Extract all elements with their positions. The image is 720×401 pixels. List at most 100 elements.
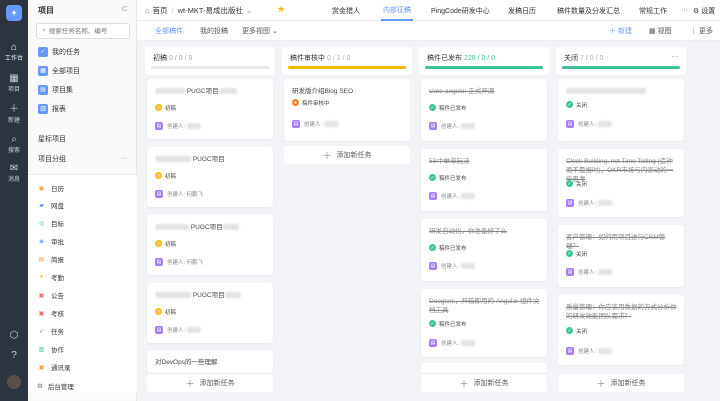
doc-icon: ▤ (155, 189, 163, 198)
view-tab-mine[interactable]: 我的投稿 (200, 21, 228, 41)
app-item-evaluation[interactable]: ▣ 考核 (34, 306, 64, 320)
task-card[interactable]: ✓ 关闭 ▤ 创建人: (558, 79, 684, 141)
check-icon: ✓ (429, 320, 436, 327)
column-header: 关闭 7 / 0 / 0 ··· (556, 47, 686, 75)
app-item-contacts[interactable]: ▣ 通讯录 (34, 360, 71, 374)
card-title: Dooglers，开箱即用的 Angular 组件文档工具 (429, 298, 540, 314)
view-button[interactable]: ▦ 视图 (649, 21, 672, 41)
sidebar-item-my-tasks[interactable]: ✓ 我的任务 (34, 44, 131, 59)
app-item-tasks[interactable]: ✓ 任务 (34, 324, 64, 338)
redacted-text (187, 326, 202, 333)
app-item-goals[interactable]: ◎ 目标 (34, 216, 64, 230)
add-task-button[interactable]: ＋添加新任务 (284, 146, 410, 164)
view-tab-all[interactable]: 全部稿件 (155, 21, 183, 41)
sidebar-item-all-projects[interactable]: ▦ 全部项目 (34, 63, 131, 78)
new-button[interactable]: ＋新建 (609, 21, 632, 41)
sidebar-item-starred[interactable]: 星标项目 (34, 131, 131, 146)
task-card[interactable]: Dooglers，开箱即用的 Angular 组件文档工具 ✓ 稿件已发布 ▤ 创建… (421, 289, 547, 357)
search-input[interactable] (48, 27, 124, 35)
sidebar-item-groups[interactable]: 项目分组 ··· (34, 151, 131, 166)
view-tab-more[interactable]: 更多视图 ⌄ (242, 21, 278, 41)
rail-item-message[interactable]: ✉ 消息 (0, 163, 28, 184)
rail-item-project[interactable]: ▦ 项目 (0, 73, 28, 94)
task-card[interactable]: 研发版介绍Blog SEO ● 稿件审核中 ▤ 创建人: (284, 79, 410, 141)
sidebar-item-reports[interactable]: ▥ 报表 (34, 101, 131, 116)
task-card[interactable]: 研发自动化，你准备好了么 ✓ 稿件已发布 ▤ 创建人: (421, 219, 547, 281)
task-card[interactable] (421, 363, 547, 373)
task-card[interactable]: 客户管理：如何用项目进行CRM管理？ ✓ 关闭 ▤ 创建人: (558, 225, 684, 287)
rail-item-workbench[interactable]: ⌂ 工作台 (0, 42, 28, 63)
redacted-text (224, 292, 241, 299)
task-card[interactable]: 对DevOps的一些理解 (147, 351, 273, 373)
help-icon[interactable]: ? (0, 350, 28, 361)
clock-icon: ◷ (155, 308, 162, 315)
collab-icon: ▥ (38, 346, 45, 353)
doc-icon: ▤ (292, 119, 300, 128)
redacted-text (155, 292, 191, 299)
redacted-text (566, 88, 646, 95)
tab-routine[interactable]: 常规工作 (637, 0, 669, 21)
sidebar-item-project-set[interactable]: ▤ 项目集 (34, 82, 131, 97)
tab-internal-submissions[interactable]: 内部征稿 (381, 0, 413, 21)
plus-icon: ＋ (322, 150, 332, 161)
card-title: 对DevOps的一些理解 (155, 359, 218, 366)
tab-calendar[interactable]: 发稿日历 (506, 0, 538, 21)
tab-bounty[interactable]: 赏金猎人 (330, 0, 362, 21)
task-card[interactable]: PUGC项目 ◷ 初稿 ▤ 创建人: 何鹏飞 (147, 215, 273, 275)
creator-line: ▤ 创建人: 何鹏飞 (155, 257, 204, 266)
cube-icon[interactable]: ⬡ (0, 330, 28, 341)
redacted-text (155, 224, 189, 231)
task-card[interactable]: PUGC项目 ◷ 初稿 ▤ 创建人: 何鹏飞 (147, 147, 273, 207)
task-card[interactable]: PUGC项目 ◷ 初稿 ▤ 创建人: (147, 283, 273, 343)
add-task-button[interactable]: ＋添加新任务 (147, 374, 273, 392)
app-item-briefing[interactable]: ▤ 简报 (34, 252, 64, 266)
more-button[interactable]: ⋮ 更多 (690, 21, 713, 41)
app-item-attendance[interactable]: ● 考勤 (34, 270, 64, 284)
add-task-button[interactable]: ＋添加新任务 (421, 374, 547, 392)
app-menu: ▣ 日历 ▰ 网盘 ◎ 目标 ◈ 审批 ▤ 简报 ● 考勤 ▣ 公告 ▣ 考核 ✓ 任务 ▥ 协作 … (28, 175, 137, 393)
task-card[interactable]: 5S中举单玩法 ✓ 稿件已发布 ▤ 创建人: (421, 149, 547, 211)
app-item-drive[interactable]: ▰ 网盘 (34, 198, 64, 212)
rail-item-new[interactable]: ＋新建 (0, 104, 28, 125)
view-bar: 全部稿件 我的投稿 更多视图 ⌄ ＋新建 ▦ 视图 ⋮ 更多 (137, 21, 720, 41)
app-item-calendar[interactable]: ▣ 日历 (34, 181, 64, 195)
redacted-text (598, 199, 613, 206)
admin-link[interactable]: ⚙ 后台管理 (34, 381, 74, 391)
column-header: 稿件已发布 228 / 0 / 0 (419, 47, 549, 75)
card-title: 研发版介绍Blog SEO (292, 88, 354, 95)
column-count: 0 / 1 / 0 (327, 55, 351, 62)
tab-summary[interactable]: 稿件数量及分发汇总 (555, 0, 622, 21)
app-item-collab[interactable]: ▥ 协作 (34, 342, 64, 356)
chevron-down-icon[interactable]: ⌄ (246, 6, 252, 15)
column-title: 稿件审核中 (290, 55, 325, 62)
settings-button[interactable]: ⚙ 设置 (691, 0, 717, 21)
task-card[interactable]: slate-angular 正式开源 ✓ 稿件已发布 ▤ 创建人: (421, 79, 547, 141)
global-rail: ✦ ⌂ 工作台 ▦ 项目 ＋新建 ⌕ 搜索 ✉ 消息 ⬡ ? (0, 0, 28, 401)
rail-item-search[interactable]: ⌕ 搜索 (0, 134, 28, 155)
collapse-icon[interactable]: ⊂ (121, 4, 128, 13)
user-avatar[interactable] (7, 375, 21, 389)
task-card[interactable]: 质量管理：你应该用数据的方式分析你的研发效能团队需求？ ✓ 关闭 ▤ 创建人: (558, 295, 684, 365)
creator-line: ▤ 创建人: (292, 119, 339, 128)
more-icon[interactable]: ··· (671, 52, 679, 61)
more-tabs-icon[interactable]: ··· (679, 0, 690, 21)
breadcrumb-home[interactable]: 首页 (153, 5, 168, 16)
redacted-text (598, 120, 613, 127)
sidebar-search[interactable]: ⌕ (36, 23, 130, 39)
star-icon[interactable]: ★ (277, 4, 285, 15)
chevron-down-icon: ⌄ (272, 28, 278, 35)
creator-line: ▤ 创建人: 何鹏飞 (155, 189, 204, 198)
doc-icon: ▤ (566, 267, 574, 276)
tab-pingcode[interactable]: PingCode研发中心 (429, 0, 492, 21)
app-logo-icon[interactable]: ✦ (6, 5, 22, 21)
task-card[interactable]: PUGC项目 ◷ 初稿 ▤ 创建人: (147, 79, 273, 139)
breadcrumb-project[interactable]: wt-MKT-易成出版社 (178, 5, 243, 16)
task-card[interactable]: Clock Building, not Time Telling (造钟而不是报… (558, 149, 684, 217)
app-item-notice[interactable]: ▣ 公告 (34, 288, 64, 302)
add-task-button[interactable]: ＋添加新任务 (558, 374, 684, 392)
home-icon[interactable]: ⌂ (145, 6, 150, 15)
creator-line: ▤ 创建人: (566, 198, 613, 207)
review-icon: ● (292, 99, 299, 106)
app-item-approval[interactable]: ◈ 审批 (34, 234, 64, 248)
more-icon[interactable]: ··· (120, 155, 127, 162)
